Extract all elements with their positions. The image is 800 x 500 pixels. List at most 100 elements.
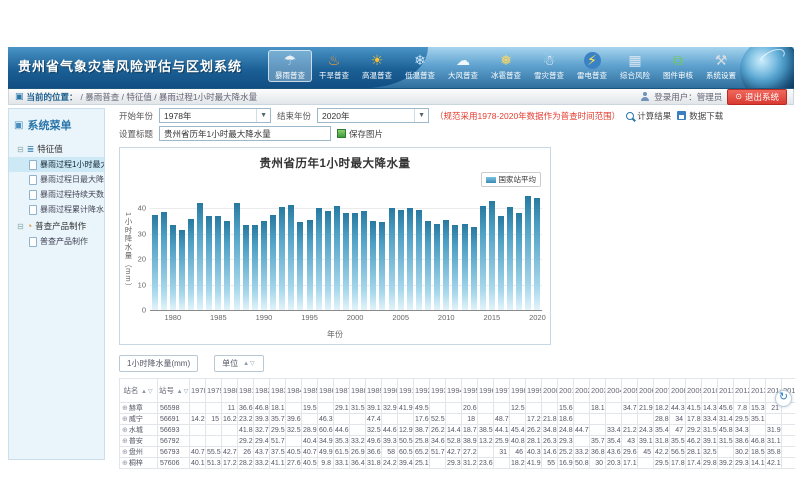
nav-item-3[interactable]: ☀高温普查: [356, 50, 398, 82]
chart-legend[interactable]: 国家站平均: [481, 172, 542, 187]
year-header[interactable]: 2004: [606, 379, 622, 403]
year-header[interactable]: 2010: [702, 379, 718, 403]
year-header[interactable]: 2007: [654, 379, 670, 403]
station-name-cell[interactable]: ⊕盘州: [120, 447, 158, 458]
station-id-header[interactable]: 站号 ▲▽: [158, 379, 190, 403]
tree-item[interactable]: 普查产品制作: [9, 234, 104, 249]
bar[interactable]: [261, 221, 267, 310]
bar[interactable]: [334, 206, 340, 310]
bar[interactable]: [270, 215, 276, 310]
bar[interactable]: [307, 220, 313, 310]
bar[interactable]: [361, 211, 367, 310]
year-header[interactable]: 1978: [190, 379, 206, 403]
year-header[interactable]: 2001: [558, 379, 574, 403]
year-header[interactable]: 1984: [286, 379, 302, 403]
expand-icon[interactable]: ⊟: [17, 145, 24, 154]
bar[interactable]: [206, 216, 212, 310]
bar[interactable]: [288, 205, 294, 310]
year-header[interactable]: 1993: [430, 379, 446, 403]
bar[interactable]: [170, 225, 176, 310]
bar[interactable]: [507, 207, 513, 310]
year-header[interactable]: 1991: [398, 379, 414, 403]
year-header[interactable]: 2011: [718, 379, 734, 403]
value-type-chip[interactable]: 1小时降水量(mm): [119, 355, 198, 372]
nav-item-10[interactable]: ⧉图件审核: [657, 50, 699, 82]
nav-item-4[interactable]: ❄低温普查: [399, 50, 441, 82]
nav-item-7[interactable]: ☃雪灾普查: [528, 50, 570, 82]
year-header[interactable]: 1995: [462, 379, 478, 403]
nav-item-8[interactable]: ⚡雷电普查: [571, 50, 613, 82]
year-header[interactable]: 1998: [510, 379, 526, 403]
tree-item[interactable]: 暴雨过程累计降水量: [9, 202, 104, 217]
bar[interactable]: [407, 208, 413, 310]
year-header[interactable]: 1982: [254, 379, 270, 403]
tree-group-2[interactable]: ⊟◔普查产品制作: [9, 217, 104, 234]
bar[interactable]: [379, 222, 385, 310]
bar[interactable]: [325, 211, 331, 310]
logout-button[interactable]: ⊙ 退出系统: [727, 89, 787, 105]
tree-item[interactable]: 暴雨过程持续天数: [9, 187, 104, 202]
bar[interactable]: [224, 221, 230, 310]
year-header[interactable]: 1989: [366, 379, 382, 403]
bar[interactable]: [352, 213, 358, 310]
bar[interactable]: [234, 203, 240, 310]
year-header[interactable]: 1994: [446, 379, 462, 403]
year-header[interactable]: 2006: [638, 379, 654, 403]
year-header[interactable]: 2009: [686, 379, 702, 403]
nav-item-2[interactable]: ♨干旱普查: [313, 50, 355, 82]
bar[interactable]: [297, 222, 303, 310]
end-year-select[interactable]: 2020年 ▼: [317, 108, 429, 123]
year-header[interactable]: 2005: [622, 379, 638, 403]
station-name-cell[interactable]: ⊕桐梓: [120, 458, 158, 469]
year-header[interactable]: 1990: [382, 379, 398, 403]
year-header[interactable]: 2013: [750, 379, 766, 403]
bar[interactable]: [161, 212, 167, 310]
bar[interactable]: [152, 215, 158, 310]
nav-item-1[interactable]: ☂暴雨普查: [268, 50, 312, 82]
station-name-cell[interactable]: ⊕水城: [120, 425, 158, 436]
save-image-button[interactable]: 保存图片: [337, 128, 383, 140]
year-header[interactable]: 1979: [206, 379, 222, 403]
station-name-cell[interactable]: ⊕威宁: [120, 414, 158, 425]
tree-group-1[interactable]: ⊟≣特征值: [9, 140, 104, 157]
bar[interactable]: [215, 216, 221, 310]
bar[interactable]: [498, 216, 504, 310]
bar[interactable]: [452, 225, 458, 310]
bar[interactable]: [516, 213, 522, 310]
year-header[interactable]: 2000: [542, 379, 558, 403]
bar[interactable]: [471, 227, 477, 310]
bar[interactable]: [480, 206, 486, 310]
nav-item-11[interactable]: ⚒系统设置: [700, 50, 742, 82]
nav-item-6[interactable]: ❅冰雹普查: [485, 50, 527, 82]
bar[interactable]: [398, 210, 404, 310]
year-header[interactable]: 1987: [334, 379, 350, 403]
year-header[interactable]: 1992: [414, 379, 430, 403]
expand-row-icon[interactable]: ⊕: [122, 438, 128, 445]
year-header[interactable]: 1986: [318, 379, 334, 403]
expand-icon[interactable]: ⊟: [17, 222, 24, 231]
bar[interactable]: [316, 208, 322, 310]
year-header[interactable]: 1988: [350, 379, 366, 403]
sort-icons[interactable]: ▲▽: [138, 389, 153, 395]
tree-item[interactable]: 暴雨过程日最大降水量: [9, 172, 104, 187]
bar[interactable]: [525, 196, 531, 310]
year-header[interactable]: 2008: [670, 379, 686, 403]
expand-row-icon[interactable]: ⊕: [122, 449, 128, 456]
year-header[interactable]: 1997: [494, 379, 510, 403]
download-button[interactable]: 数据下载: [677, 110, 723, 122]
bar[interactable]: [279, 207, 285, 310]
station-name-cell[interactable]: ⊕赫章: [120, 403, 158, 414]
year-header[interactable]: 2002: [574, 379, 590, 403]
bar[interactable]: [389, 208, 395, 310]
chart-title-input[interactable]: 贵州省历年1小时最大降水量: [159, 126, 331, 141]
year-header[interactable]: 1983: [270, 379, 286, 403]
station-name-cell[interactable]: ⊕普安: [120, 436, 158, 447]
bar[interactable]: [434, 224, 440, 310]
bar[interactable]: [425, 221, 431, 310]
expand-row-icon[interactable]: ⊕: [122, 427, 128, 434]
year-header[interactable]: 2012: [734, 379, 750, 403]
year-header[interactable]: 2003: [590, 379, 606, 403]
start-year-select[interactable]: 1978年 ▼: [159, 108, 271, 123]
bar[interactable]: [243, 225, 249, 310]
year-header[interactable]: 1981: [238, 379, 254, 403]
